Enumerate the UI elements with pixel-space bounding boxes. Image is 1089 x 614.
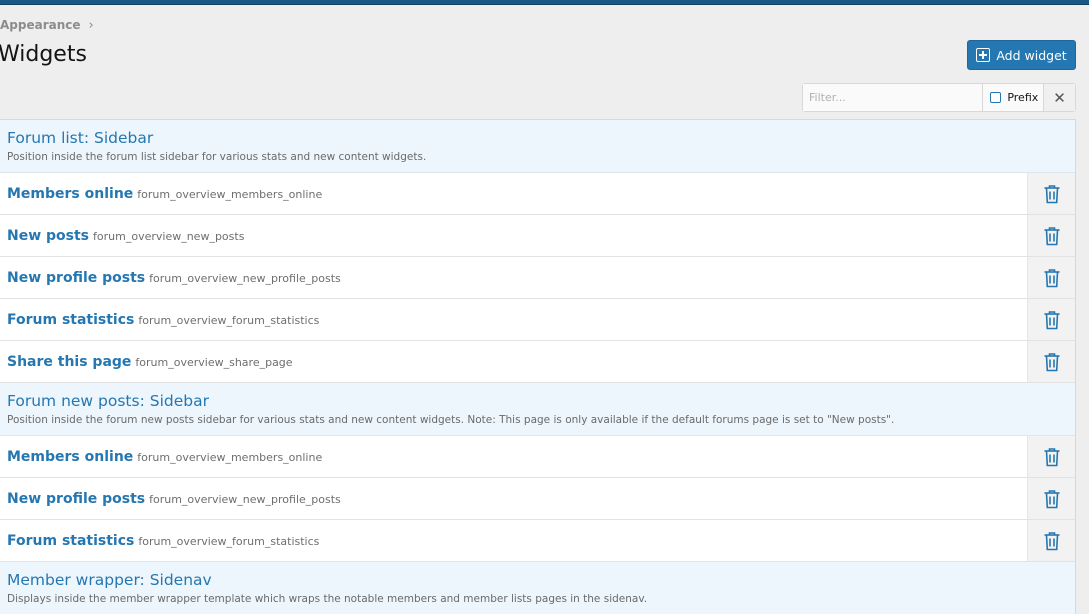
widget-key: forum_overview_members_online	[137, 450, 323, 464]
widget-row: Forum statistics forum_overview_forum_sta…	[0, 299, 1075, 341]
position-group-header: Forum new posts: Sidebar Position inside …	[0, 383, 1075, 436]
position-group-header: Member wrapper: Sidenav Displays inside t…	[0, 562, 1075, 614]
prefix-checkbox[interactable]	[990, 92, 1002, 103]
delete-widget-button[interactable]	[1027, 436, 1075, 477]
top-nav-bar	[0, 0, 1089, 5]
widget-title-link[interactable]: Forum statistics	[7, 312, 134, 328]
breadcrumb: Appearance ›	[0, 16, 94, 34]
position-title[interactable]: Forum new posts: Sidebar	[7, 391, 1068, 411]
add-widget-button[interactable]: Add widget	[967, 40, 1076, 70]
widget-label: Share this page forum_overview_share_page	[0, 354, 293, 370]
widget-row: New profile posts forum_overview_new_prof…	[0, 478, 1075, 520]
position-description: Position inside the forum new posts side…	[7, 414, 895, 426]
position-title[interactable]: Member wrapper: Sidenav	[7, 570, 1068, 590]
prefix-label: Prefix	[1007, 91, 1039, 104]
widget-list: Forum list: Sidebar Position inside the f…	[0, 119, 1076, 614]
trash-icon	[1044, 184, 1059, 203]
delete-widget-button[interactable]	[1027, 215, 1075, 256]
widget-row: New profile posts forum_overview_new_prof…	[0, 257, 1075, 299]
trash-icon	[1044, 268, 1059, 287]
widget-row: Share this page forum_overview_share_page	[0, 341, 1075, 383]
delete-widget-button[interactable]	[1027, 299, 1075, 340]
delete-widget-button[interactable]	[1027, 173, 1075, 214]
widget-row: Forum statistics forum_overview_forum_sta…	[0, 520, 1075, 562]
widget-label: Forum statistics forum_overview_forum_sta…	[0, 533, 319, 549]
widget-label: Members online forum_overview_members_onl…	[0, 449, 322, 465]
filter-bar: Prefix ✕	[802, 83, 1076, 112]
widget-title-link[interactable]: Members online	[7, 449, 133, 465]
trash-icon	[1044, 226, 1059, 245]
widget-row: Members online forum_overview_members_onl…	[0, 173, 1075, 215]
widget-title-link[interactable]: Forum statistics	[7, 533, 134, 549]
prefix-toggle[interactable]: Prefix	[982, 84, 1044, 111]
plus-square-icon	[976, 48, 991, 62]
position-description: Position inside the forum list sidebar f…	[7, 151, 427, 163]
widget-label: Forum statistics forum_overview_forum_sta…	[0, 312, 319, 328]
close-icon: ✕	[1053, 88, 1066, 107]
widget-title-link[interactable]: New profile posts	[7, 491, 145, 507]
chevron-right-icon: ›	[88, 17, 94, 33]
widget-label: New posts forum_overview_new_posts	[0, 228, 244, 244]
widget-key: forum_overview_share_page	[135, 355, 293, 369]
delete-widget-button[interactable]	[1027, 478, 1075, 519]
trash-icon	[1044, 489, 1059, 508]
widget-key: forum_overview_forum_statistics	[138, 313, 320, 327]
trash-icon	[1044, 447, 1059, 466]
breadcrumb-link-appearance[interactable]: Appearance	[0, 18, 81, 32]
add-widget-label: Add widget	[996, 47, 1067, 63]
widget-key: forum_overview_new_posts	[93, 229, 245, 243]
widget-key: forum_overview_members_online	[137, 187, 323, 201]
trash-icon	[1044, 352, 1059, 371]
widget-title-link[interactable]: Members online	[7, 186, 133, 202]
widget-key: forum_overview_forum_statistics	[138, 534, 320, 548]
position-description: Displays inside the member wrapper templ…	[7, 593, 648, 605]
widget-label: New profile posts forum_overview_new_prof…	[0, 491, 341, 507]
delete-widget-button[interactable]	[1027, 520, 1075, 561]
widget-label: Members online forum_overview_members_onl…	[0, 186, 322, 202]
widget-key: forum_overview_new_profile_posts	[149, 271, 341, 285]
widget-title-link[interactable]: New posts	[7, 228, 89, 244]
delete-widget-button[interactable]	[1027, 257, 1075, 298]
filter-input[interactable]	[803, 84, 983, 111]
widget-row: Members online forum_overview_members_onl…	[0, 436, 1075, 478]
widget-row: New posts forum_overview_new_posts	[0, 215, 1075, 257]
page-title: Widgets	[0, 42, 87, 67]
position-group-header: Forum list: Sidebar Position inside the f…	[0, 120, 1075, 173]
position-title[interactable]: Forum list: Sidebar	[7, 128, 1068, 148]
trash-icon	[1044, 531, 1059, 550]
trash-icon	[1044, 310, 1059, 329]
widget-title-link[interactable]: New profile posts	[7, 270, 145, 286]
clear-filter-button[interactable]: ✕	[1043, 84, 1075, 111]
delete-widget-button[interactable]	[1027, 341, 1075, 382]
widget-title-link[interactable]: Share this page	[7, 354, 131, 370]
widget-label: New profile posts forum_overview_new_prof…	[0, 270, 341, 286]
widget-key: forum_overview_new_profile_posts	[149, 492, 341, 506]
